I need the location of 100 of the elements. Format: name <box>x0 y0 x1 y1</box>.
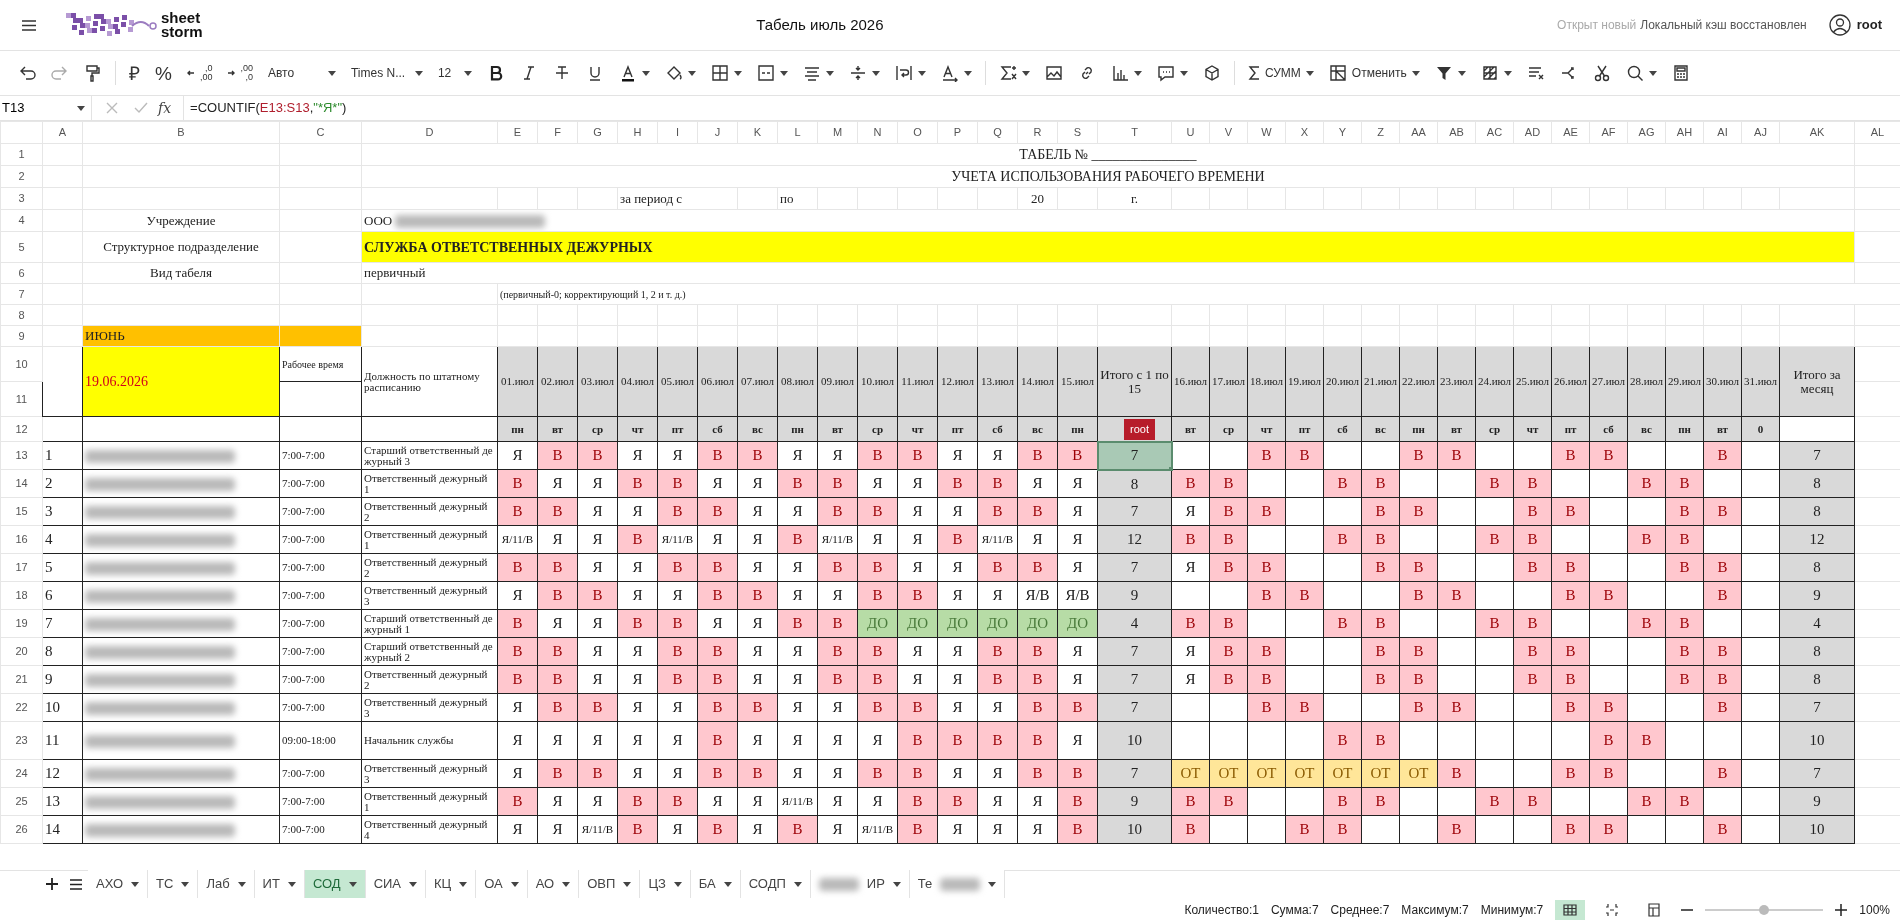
column-header: W <box>1247 121 1286 144</box>
sheet-tab[interactable]: ТС <box>148 870 199 898</box>
sheet-tab[interactable]: СОД <box>304 870 366 898</box>
row-header: 10 <box>0 346 43 382</box>
column-header: AE <box>1551 121 1590 144</box>
table-cell: 10 <box>1779 815 1855 844</box>
table-cell: 16.июл <box>1171 346 1210 417</box>
table-cell: 11 <box>42 721 83 760</box>
calculator-icon <box>1671 64 1690 82</box>
table-cell: 7:00-7:00 <box>279 553 362 582</box>
font-size-dropdown[interactable]: 12 <box>431 63 478 83</box>
logo-icon <box>66 13 157 37</box>
text-wrap-icon <box>894 64 913 82</box>
table-cell: 9 <box>1779 581 1855 610</box>
column-header: F <box>537 121 578 144</box>
table-cell: 7:00-7:00 <box>279 497 362 526</box>
caret-icon <box>131 881 140 887</box>
sheet-tab[interactable]: ИР <box>810 870 910 898</box>
row-header: 3 <box>0 187 43 210</box>
clear-format-icon <box>1526 64 1545 82</box>
column-header: C <box>279 121 362 144</box>
sheet-tab[interactable]: Лаб <box>198 870 255 898</box>
sheet-tab[interactable]: КЦ <box>426 870 477 898</box>
table-cell: 7 <box>42 609 83 638</box>
cell-reference-field[interactable]: T13 <box>0 96 92 120</box>
column-header: L <box>777 121 818 144</box>
column-header: AH <box>1665 121 1704 144</box>
comment-icon <box>1156 64 1175 82</box>
caret-icon <box>348 881 357 887</box>
sheet-tab[interactable]: СИА <box>365 870 427 898</box>
freeze-button[interactable]: Отменить <box>1322 60 1426 86</box>
table-cell: В <box>1589 721 1628 760</box>
document-title: Табель июль 2026 <box>755 14 885 35</box>
column-header: O <box>897 121 938 144</box>
decrease-decimals-button[interactable]: ,00 ,0 <box>221 60 259 86</box>
row-header: 15 <box>0 497 43 526</box>
sheet-tab[interactable]: ОВП <box>579 870 641 898</box>
zoom-in-icon <box>1835 903 1848 916</box>
undo-icon <box>18 64 36 82</box>
caret-icon <box>779 70 788 76</box>
increase-decimals-button[interactable]: ,0 ,00 <box>180 60 219 86</box>
caret-icon <box>673 881 682 887</box>
table-cell: 7:00-7:00 <box>279 441 362 470</box>
table-cell: В <box>977 721 1018 760</box>
row-header: 23 <box>0 721 43 760</box>
sheet-tab[interactable]: ИТ <box>254 870 305 898</box>
table-cell: Учреждение <box>82 209 280 232</box>
table-cell: 12 <box>1097 525 1172 554</box>
font-family-dropdown[interactable]: Times N... <box>344 63 429 83</box>
slider-thumb[interactable] <box>1759 904 1770 915</box>
row-header: 20 <box>0 637 43 666</box>
table-cell: 7:00-7:00 <box>279 581 362 610</box>
table-cell: 04.июл <box>617 346 658 417</box>
table-cell: В <box>697 721 738 760</box>
table-cell: 20 <box>1017 187 1058 210</box>
table-cell: 08.июл <box>777 346 818 417</box>
table-cell: 25.июл <box>1513 346 1552 417</box>
row-header: 6 <box>0 262 43 284</box>
table-cell: Ответственный дежурный 2 <box>361 665 498 694</box>
percent-button[interactable]: % <box>149 59 178 87</box>
sheet-tab[interactable]: БА <box>690 870 741 898</box>
caret-icon <box>459 881 468 887</box>
column-header: H <box>617 121 658 144</box>
currency-button[interactable]: ₽ <box>123 59 146 87</box>
caret-icon <box>1133 70 1142 76</box>
table-cell: 19.06.2026 <box>82 346 280 417</box>
row-header: 7 <box>0 283 43 305</box>
table-cell: 8 <box>1779 497 1855 526</box>
row-header: 5 <box>0 231 43 263</box>
column-header: AK <box>1779 121 1855 144</box>
search-icon <box>1625 64 1644 82</box>
sheet-tab[interactable]: ОА <box>476 870 528 898</box>
caret-icon <box>892 881 901 887</box>
sync-note: Открыт новый <box>1557 17 1637 34</box>
table-cell: 7 <box>1097 553 1172 582</box>
sheet-tab[interactable]: АО <box>527 870 580 898</box>
table-cell: Ответственный дежурный 2 <box>361 497 498 526</box>
row-header: 2 <box>0 165 43 188</box>
table-cell: Старший ответственный дежурный 3 <box>361 441 498 470</box>
caret-icon <box>562 881 571 887</box>
sheet-tab[interactable]: ЦЗ <box>640 870 691 898</box>
column-header: D <box>361 121 498 144</box>
column-header: AL <box>1854 121 1900 144</box>
number-format-dropdown[interactable]: Авто <box>261 63 342 83</box>
autosum-button[interactable]: СУММ <box>1241 61 1320 85</box>
page-layout-icon <box>1647 902 1662 917</box>
table-cell: г. <box>1097 187 1172 210</box>
sheet-tab[interactable]: АХО <box>88 870 149 898</box>
sheet-tab[interactable]: Те <box>909 870 1006 898</box>
view-mode-button[interactable] <box>1555 899 1586 920</box>
table-cell: 23.июл <box>1437 346 1476 417</box>
column-header: AF <box>1589 121 1628 144</box>
caret-icon <box>1179 70 1188 76</box>
table-cell: 10 <box>1779 721 1855 760</box>
column-header: AD <box>1513 121 1552 144</box>
scissors-icon <box>1592 64 1611 82</box>
caret-icon <box>414 70 423 76</box>
table-cell: 31.июл <box>1741 346 1780 417</box>
sheet-tab[interactable]: СОДП <box>740 870 811 898</box>
caret-icon <box>237 881 246 887</box>
